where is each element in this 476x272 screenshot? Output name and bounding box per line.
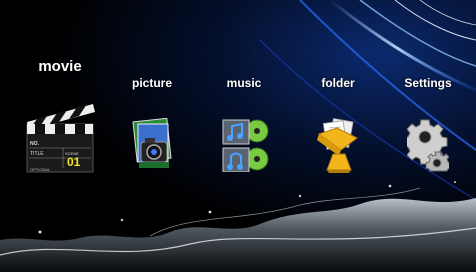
menu-item-label: Settings [404, 76, 452, 90]
water-splash [0, 181, 476, 272]
music-notes-icon [222, 119, 269, 172]
menu-item-label: picture [131, 76, 172, 90]
gear-icon [407, 119, 449, 172]
clapper-no-label: NO. [30, 141, 40, 147]
menu-item-label: movie [38, 58, 82, 75]
menu-item-movie[interactable]: movie NO. TITLE SCENE 01 OPTIONAL [18, 54, 102, 178]
menu-item-picture[interactable]: picture [122, 74, 182, 174]
menu-item-folder[interactable]: folder [308, 74, 368, 174]
menu-item-music[interactable]: music [214, 74, 274, 174]
camera-photo-icon [132, 118, 172, 168]
clapperboard-icon: NO. TITLE SCENE 01 OPTIONAL [26, 104, 95, 173]
menu-item-settings[interactable]: Settings [398, 74, 458, 174]
media-menu-screen: movie NO. TITLE SCENE 01 OPTIONAL pictur… [0, 0, 476, 272]
clapper-number: 01 [67, 155, 81, 169]
folder-documents-icon [317, 118, 358, 173]
clapper-optional-label: OPTIONAL [30, 167, 51, 172]
menu-item-label: music [226, 76, 262, 90]
menu-item-label: folder [321, 76, 355, 90]
clapper-title-label: TITLE [30, 151, 44, 157]
